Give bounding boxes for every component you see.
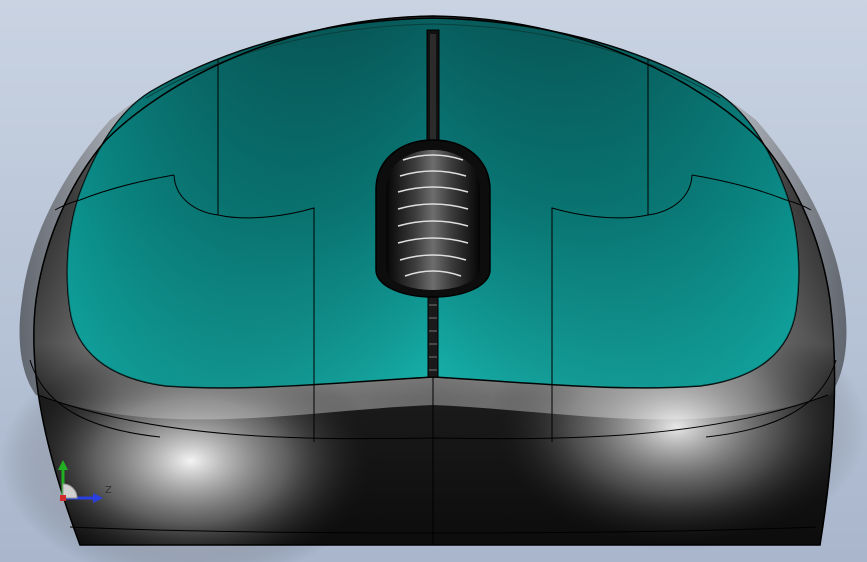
x-axis-marker: [60, 495, 66, 501]
y-axis-head: [58, 460, 68, 470]
coordinate-triad[interactable]: Y Z: [48, 440, 118, 510]
z-axis-head: [93, 493, 103, 503]
y-axis-label: Y: [58, 443, 65, 454]
mouse-3d-model[interactable]: [0, 0, 867, 562]
z-axis-label: Z: [105, 485, 112, 496]
center-groove-lower: [427, 294, 439, 378]
graphics-viewport[interactable]: Y Z: [0, 0, 867, 562]
